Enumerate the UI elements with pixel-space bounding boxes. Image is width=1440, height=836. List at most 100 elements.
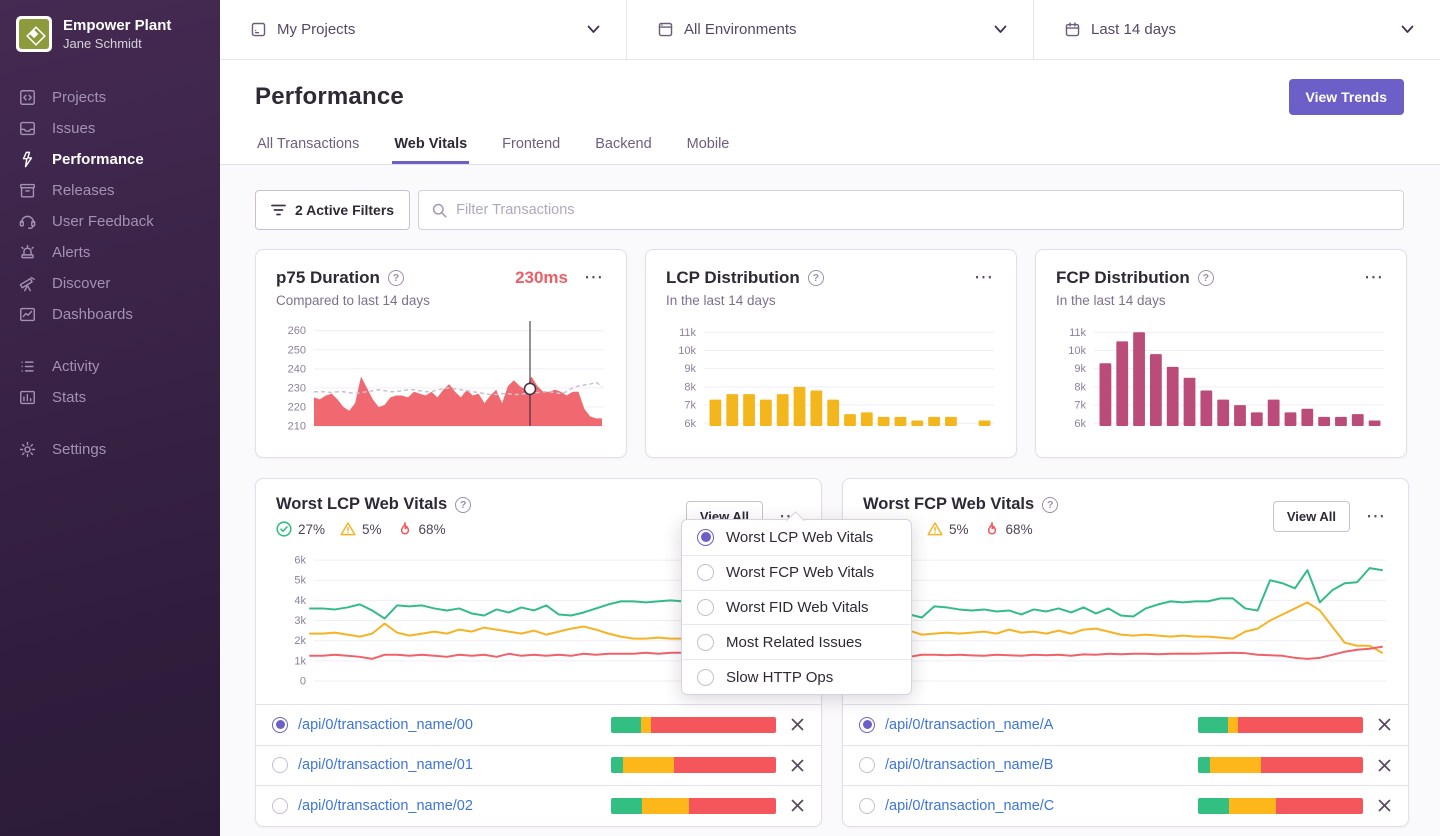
dropdown-item-most-related-issues[interactable]: Most Related Issues <box>682 624 911 660</box>
sidebar-item-label: Issues <box>52 120 96 137</box>
help-icon[interactable]: ? <box>387 269 404 286</box>
poor-badge: 68% <box>984 521 1033 537</box>
transaction-link[interactable]: /api/0/transaction_name/01 <box>298 757 473 773</box>
transaction-row: /api/0/transaction_name/C <box>843 785 1408 826</box>
close-icon[interactable] <box>1377 798 1392 813</box>
org-name: Empower Plant <box>63 17 172 35</box>
svg-text:5k: 5k <box>294 575 306 587</box>
sidebar-item-label: Alerts <box>52 244 91 261</box>
svg-text:9k: 9k <box>1074 363 1086 375</box>
project-filter[interactable]: My Projects <box>220 0 627 59</box>
transaction-link[interactable]: /api/0/transaction_name/02 <box>298 798 473 814</box>
vitals-stacked-bar <box>1198 757 1363 774</box>
sidebar-item-activity[interactable]: Activity <box>0 351 220 382</box>
transaction-link[interactable]: /api/0/transaction_name/00 <box>298 717 473 733</box>
svg-text:4k: 4k <box>294 595 306 607</box>
more-options-button[interactable]: ⋯ <box>582 266 606 289</box>
close-icon[interactable] <box>790 798 805 813</box>
card-title: FCP Distribution <box>1056 267 1190 287</box>
search-icon <box>432 203 447 217</box>
tab-web-vitals[interactable]: Web Vitals <box>392 136 470 164</box>
transaction-radio[interactable] <box>272 716 288 733</box>
more-options-button[interactable]: ⋯ <box>972 266 996 289</box>
card-subtitle: In the last 14 days <box>666 293 776 308</box>
worst-fcp-card: Worst FCP Web Vitals ? 27% 5% <box>842 478 1409 827</box>
sidebar-item-label: Settings <box>52 441 107 458</box>
close-icon[interactable] <box>790 758 805 773</box>
view-all-button[interactable]: View All <box>1272 501 1350 532</box>
transaction-radio[interactable] <box>859 757 875 774</box>
close-icon[interactable] <box>790 717 805 732</box>
search-input[interactable] <box>456 202 1390 218</box>
sidebar-item-alerts[interactable]: Alerts <box>0 237 220 268</box>
meh-badge: 5% <box>927 521 969 537</box>
dropdown-item-worst-fid[interactable]: Worst FID Web Vitals <box>682 589 911 625</box>
dropdown-item-slow-http-ops[interactable]: Slow HTTP Ops <box>682 659 911 694</box>
vitals-stacked-bar <box>611 716 776 733</box>
org-switcher[interactable]: Empower Plant Jane Schmidt <box>0 16 220 52</box>
worst-fcp-chart: 01k2k3k4k5k6k <box>881 555 1386 688</box>
svg-text:6k: 6k <box>294 555 306 567</box>
tab-backend[interactable]: Backend <box>593 136 653 164</box>
transaction-link[interactable]: /api/0/transaction_name/B <box>885 757 1053 773</box>
sidebar-item-user-feedback[interactable]: User Feedback <box>0 206 220 237</box>
sidebar-item-projects[interactable]: Projects <box>0 82 220 113</box>
gear-icon <box>19 441 36 458</box>
tab-all-transactions[interactable]: All Transactions <box>255 136 361 164</box>
help-icon[interactable]: ? <box>1042 496 1059 513</box>
environment-filter[interactable]: All Environments <box>627 0 1034 59</box>
svg-text:240: 240 <box>288 363 306 375</box>
svg-text:6k: 6k <box>1074 418 1086 430</box>
dropdown-radio[interactable] <box>697 598 714 616</box>
svg-text:220: 220 <box>288 401 306 413</box>
date-range-filter[interactable]: Last 14 days <box>1034 0 1440 59</box>
help-icon[interactable]: ? <box>1197 269 1214 286</box>
meh-badge: 5% <box>340 521 382 537</box>
more-options-button[interactable]: ⋯ <box>1364 505 1388 528</box>
tab-frontend[interactable]: Frontend <box>500 136 562 164</box>
vitals-stacked-bar <box>611 797 776 814</box>
svg-text:1k: 1k <box>294 655 306 667</box>
transaction-radio[interactable] <box>272 757 288 774</box>
svg-text:8k: 8k <box>684 381 696 393</box>
sidebar-item-releases[interactable]: Releases <box>0 175 220 206</box>
help-icon[interactable]: ? <box>455 496 472 513</box>
sidebar-item-discover[interactable]: Discover <box>0 268 220 299</box>
dropdown-radio[interactable] <box>697 668 714 686</box>
dropdown-radio[interactable] <box>697 564 714 582</box>
calendar-icon <box>1065 22 1080 37</box>
transaction-radio[interactable] <box>272 797 288 814</box>
active-filters-button[interactable]: 2 Active Filters <box>255 190 411 230</box>
dropdown-radio[interactable] <box>697 528 714 546</box>
dropdown-item-worst-lcp[interactable]: Worst LCP Web Vitals <box>682 520 911 555</box>
sidebar-item-label: Performance <box>52 151 144 168</box>
tab-mobile[interactable]: Mobile <box>685 136 732 164</box>
svg-text:230: 230 <box>288 382 306 394</box>
chevron-down-icon <box>994 25 1007 33</box>
fcp-distribution-chart: 6k 7k 8k 9k 10k 11k <box>1068 327 1384 430</box>
more-options-button[interactable]: ⋯ <box>1362 266 1386 289</box>
transaction-link[interactable]: /api/0/transaction_name/A <box>885 717 1053 733</box>
transaction-link[interactable]: /api/0/transaction_name/C <box>885 798 1054 814</box>
performance-tabs: All Transactions Web Vitals Frontend Bac… <box>255 136 1404 164</box>
dropdown-radio[interactable] <box>697 633 714 651</box>
transaction-radio[interactable] <box>859 716 875 733</box>
close-icon[interactable] <box>1377 758 1392 773</box>
sidebar-item-label: Dashboards <box>52 306 133 323</box>
transaction-radio[interactable] <box>859 797 875 814</box>
sidebar-item-performance[interactable]: Performance <box>0 144 220 175</box>
sidebar-item-issues[interactable]: Issues <box>0 113 220 144</box>
svg-text:7k: 7k <box>684 400 696 412</box>
vitals-stacked-bar <box>1198 797 1363 814</box>
transaction-list: /api/0/transaction_name/00 /api/0/transa… <box>256 704 821 826</box>
good-badge: 27% <box>276 521 325 537</box>
list-icon <box>21 361 34 372</box>
sidebar-item-settings[interactable]: Settings <box>0 434 220 465</box>
svg-text:9k: 9k <box>684 363 696 375</box>
sidebar-item-dashboards[interactable]: Dashboards <box>0 299 220 330</box>
view-trends-button[interactable]: View Trends <box>1288 79 1404 115</box>
close-icon[interactable] <box>1377 717 1392 732</box>
sidebar-item-stats[interactable]: Stats <box>0 382 220 413</box>
help-icon[interactable]: ? <box>807 269 824 286</box>
dropdown-item-worst-fcp[interactable]: Worst FCP Web Vitals <box>682 554 911 590</box>
